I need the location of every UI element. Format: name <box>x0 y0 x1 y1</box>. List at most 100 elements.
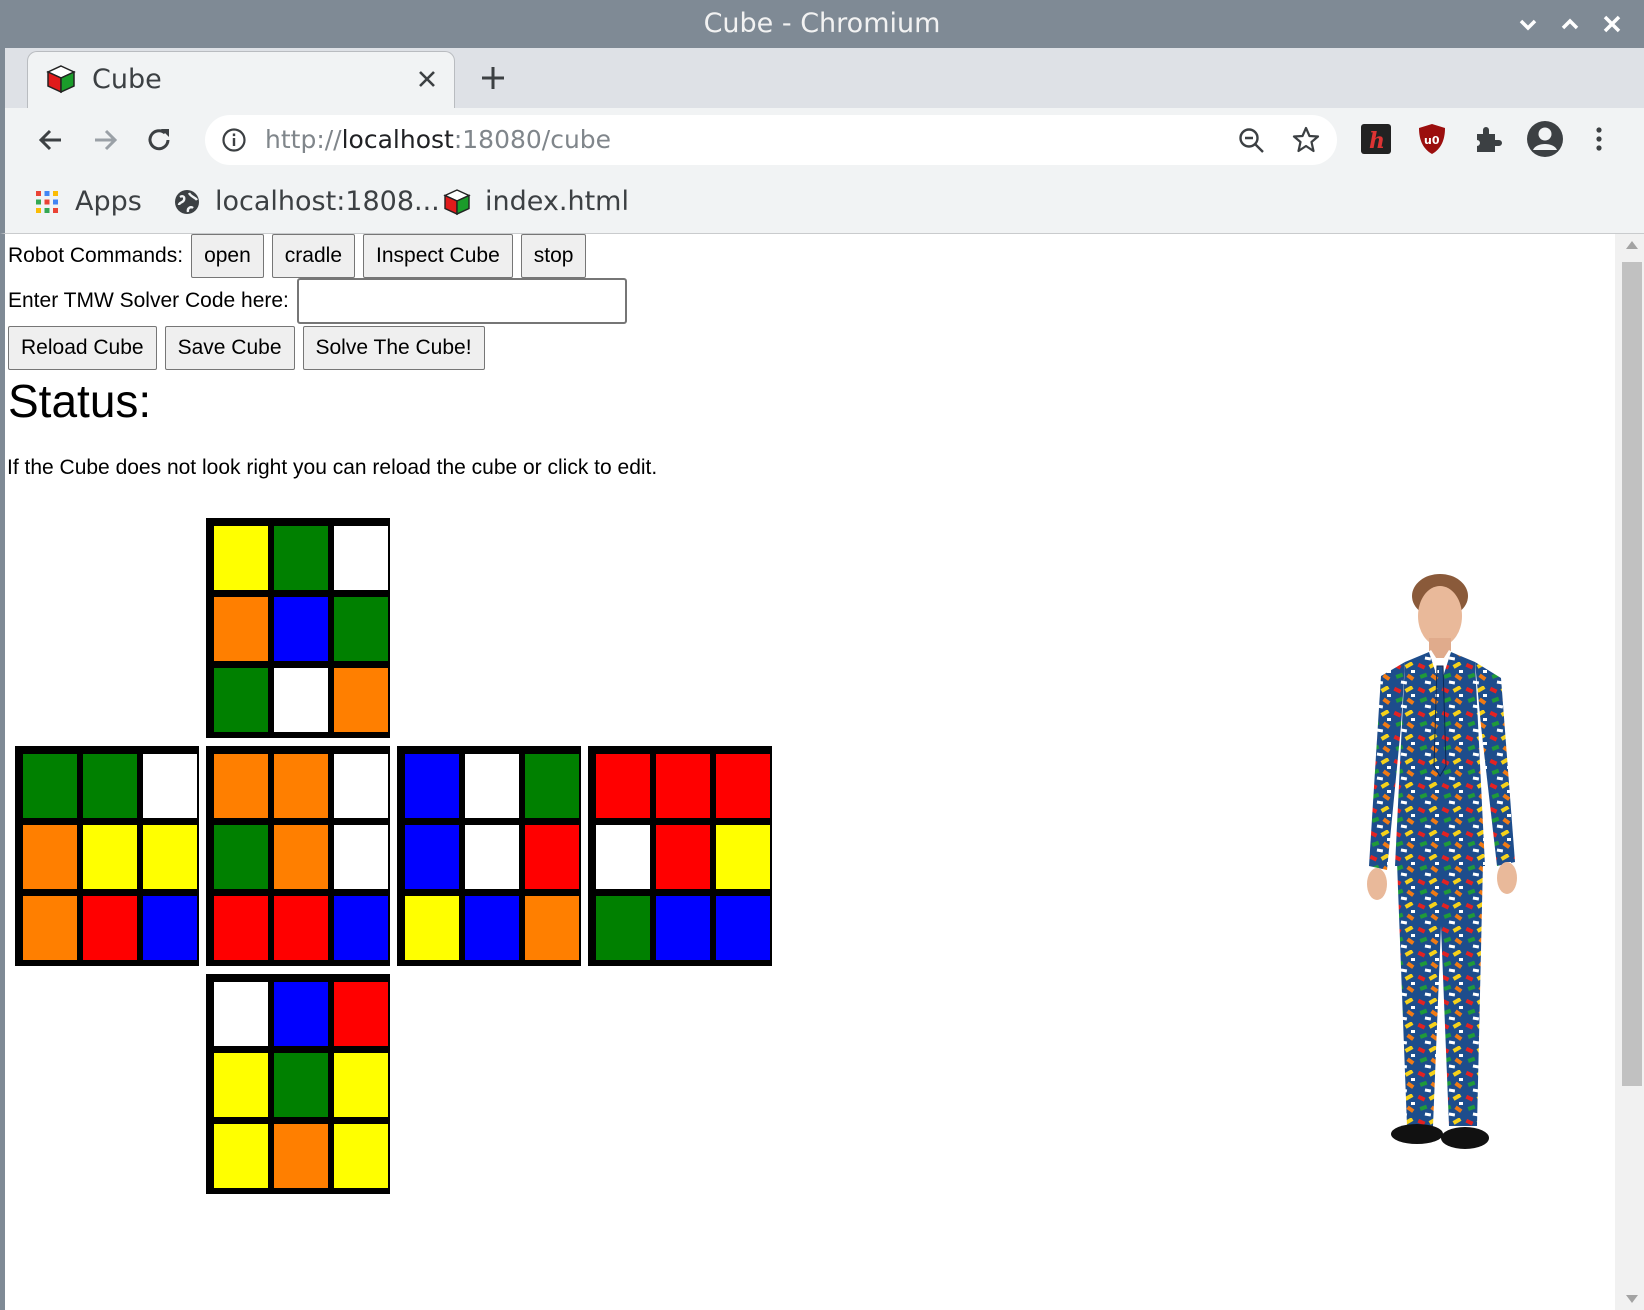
cube-sticker-front-0[interactable] <box>214 754 268 818</box>
cube-sticker-left-4[interactable] <box>83 825 137 889</box>
extensions-puzzle-icon[interactable] <box>1471 122 1505 156</box>
scroll-thumb[interactable] <box>1622 262 1642 1086</box>
cube-sticker-up-4[interactable] <box>274 597 328 661</box>
apps-grid-icon <box>36 191 58 213</box>
cube-sticker-right-4[interactable] <box>465 825 519 889</box>
cube-sticker-left-7[interactable] <box>83 896 137 960</box>
cube-sticker-right-5[interactable] <box>525 825 579 889</box>
cube-sticker-left-3[interactable] <box>23 825 77 889</box>
url-text: http://localhost:18080/cube <box>265 125 612 154</box>
cube-sticker-up-0[interactable] <box>214 526 268 590</box>
zoom-icon[interactable] <box>1237 126 1267 156</box>
cube-favicon-icon <box>46 65 76 94</box>
maximize-icon[interactable] <box>1550 6 1590 42</box>
cube-sticker-up-2[interactable] <box>334 526 388 590</box>
cube-sticker-back-4[interactable] <box>656 825 710 889</box>
reload-icon[interactable] <box>139 120 179 160</box>
cube-sticker-up-3[interactable] <box>214 597 268 661</box>
cube-sticker-back-5[interactable] <box>716 825 770 889</box>
cube-sticker-right-1[interactable] <box>465 754 519 818</box>
cube-sticker-front-2[interactable] <box>334 754 388 818</box>
cube-sticker-back-1[interactable] <box>656 754 710 818</box>
cube-sticker-front-8[interactable] <box>334 896 388 960</box>
solver-code-input[interactable] <box>296 278 627 324</box>
cube-sticker-left-0[interactable] <box>23 754 77 818</box>
cube-sticker-up-8[interactable] <box>334 668 388 732</box>
ublock-shield-icon[interactable]: u0 <box>1415 122 1449 156</box>
page-content: Robot Commands: open cradle Inspect Cube… <box>0 234 1644 1310</box>
bookmarks-bar: Apps localhost:1808... index.html <box>0 172 1644 234</box>
cube-sticker-up-7[interactable] <box>274 668 328 732</box>
status-heading: Status: <box>8 375 152 427</box>
cube-sticker-right-2[interactable] <box>525 754 579 818</box>
cube-sticker-down-4[interactable] <box>274 1053 328 1117</box>
cube-sticker-down-5[interactable] <box>334 1053 388 1117</box>
cube-suit-man-image <box>1367 574 1517 1149</box>
page-scrollbar[interactable] <box>1615 234 1644 1310</box>
cube-sticker-back-6[interactable] <box>596 896 650 960</box>
reload-cube-button[interactable]: Reload Cube <box>8 326 157 370</box>
forward-icon[interactable] <box>85 120 125 160</box>
cube-actions-row: Reload Cube Save Cube Solve The Cube! <box>8 326 493 370</box>
cube-sticker-down-1[interactable] <box>274 982 328 1046</box>
cube-sticker-back-0[interactable] <box>596 754 650 818</box>
address-bar[interactable]: http://localhost:18080/cube <box>205 115 1337 165</box>
bookmark-star-icon[interactable] <box>1291 125 1321 155</box>
cube-face-back <box>588 746 772 966</box>
cube-sticker-front-5[interactable] <box>334 825 388 889</box>
scroll-down-arrow-icon[interactable] <box>1623 1292 1641 1306</box>
close-window-icon[interactable] <box>1592 6 1632 42</box>
cube-sticker-front-3[interactable] <box>214 825 268 889</box>
new-tab-icon[interactable] <box>477 62 509 94</box>
cube-sticker-front-1[interactable] <box>274 754 328 818</box>
cube-sticker-front-4[interactable] <box>274 825 328 889</box>
bookmark-apps[interactable]: Apps <box>33 184 153 220</box>
cube-sticker-up-5[interactable] <box>334 597 388 661</box>
cube-sticker-left-8[interactable] <box>143 896 197 960</box>
robot-commands-row: Robot Commands: open cradle Inspect Cube… <box>8 234 594 278</box>
open-button[interactable]: open <box>191 234 264 278</box>
cube-sticker-right-8[interactable] <box>525 896 579 960</box>
close-tab-icon[interactable] <box>414 66 440 92</box>
cube-sticker-down-8[interactable] <box>334 1124 388 1188</box>
cube-sticker-right-6[interactable] <box>405 896 459 960</box>
cube-sticker-left-5[interactable] <box>143 825 197 889</box>
bookmark-index-html[interactable]: index.html <box>443 184 643 220</box>
cube-sticker-front-7[interactable] <box>274 896 328 960</box>
solve-cube-button[interactable]: Solve The Cube! <box>302 326 485 370</box>
cube-sticker-down-3[interactable] <box>214 1053 268 1117</box>
minimize-icon[interactable] <box>1508 6 1548 42</box>
cube-sticker-up-6[interactable] <box>214 668 268 732</box>
back-icon[interactable] <box>31 120 71 160</box>
solver-code-label: Enter TMW Solver Code here: <box>8 289 289 312</box>
cube-sticker-left-2[interactable] <box>143 754 197 818</box>
tab-cube[interactable]: Cube <box>27 51 455 109</box>
cube-sticker-back-7[interactable] <box>656 896 710 960</box>
cradle-button[interactable]: cradle <box>271 234 355 278</box>
cube-sticker-down-0[interactable] <box>214 982 268 1046</box>
cube-sticker-back-3[interactable] <box>596 825 650 889</box>
cube-sticker-down-2[interactable] <box>334 982 388 1046</box>
hypothesis-extension-icon[interactable]: h <box>1359 122 1393 156</box>
cube-sticker-up-1[interactable] <box>274 526 328 590</box>
cube-sticker-right-7[interactable] <box>465 896 519 960</box>
scroll-up-arrow-icon[interactable] <box>1623 238 1641 252</box>
inspect-cube-button[interactable]: Inspect Cube <box>363 234 513 278</box>
browser-toolbar: http://localhost:18080/cube h u0 <box>0 108 1644 172</box>
menu-kebab-icon[interactable] <box>1589 122 1609 156</box>
site-info-icon[interactable] <box>221 127 247 153</box>
cube-sticker-right-0[interactable] <box>405 754 459 818</box>
save-cube-button[interactable]: Save Cube <box>164 326 295 370</box>
cube-sticker-down-6[interactable] <box>214 1124 268 1188</box>
cube-sticker-down-7[interactable] <box>274 1124 328 1188</box>
cube-sticker-front-6[interactable] <box>214 896 268 960</box>
cube-face-up <box>206 518 390 738</box>
bookmark-localhost[interactable]: localhost:1808... <box>173 184 440 220</box>
profile-avatar-icon[interactable] <box>1525 119 1565 159</box>
cube-sticker-back-8[interactable] <box>716 896 770 960</box>
stop-button[interactable]: stop <box>520 234 587 278</box>
cube-sticker-left-6[interactable] <box>23 896 77 960</box>
cube-sticker-back-2[interactable] <box>716 754 770 818</box>
cube-sticker-left-1[interactable] <box>83 754 137 818</box>
cube-sticker-right-3[interactable] <box>405 825 459 889</box>
